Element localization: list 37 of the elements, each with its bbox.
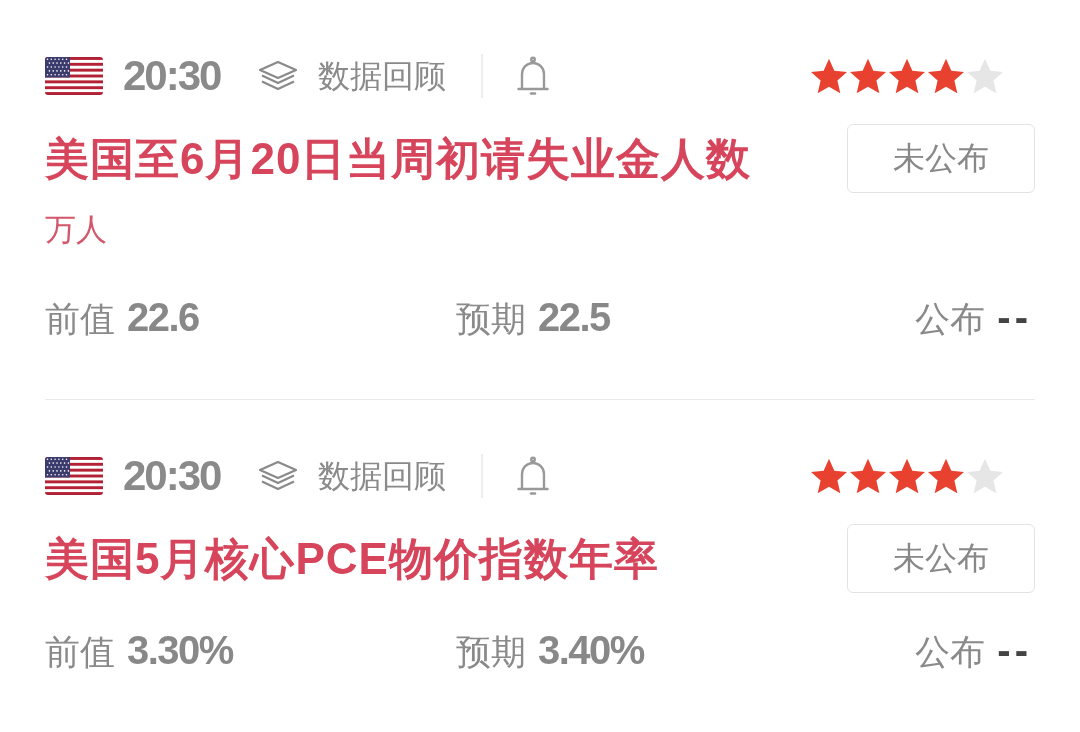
star-icon [850, 58, 886, 94]
layers-icon [258, 60, 299, 92]
star-icon [967, 458, 1003, 494]
figure-value: -- [997, 297, 1032, 337]
figure-label: 预期 [456, 299, 526, 339]
data-review-button[interactable]: 数据回顾 [258, 456, 447, 496]
star-icon [967, 58, 1003, 94]
flag-icon [45, 457, 103, 495]
figure-label: 前值 [45, 299, 115, 339]
figure-label: 预期 [456, 632, 526, 672]
figure-label: 公布 [915, 632, 986, 672]
event-title: 美国5月核心PCE物价指数年率 [45, 532, 659, 585]
figure-value: 22.6 [127, 297, 199, 337]
star-icon [850, 458, 886, 494]
event-title: 美国至6月20日当周初请失业金人数 [45, 132, 752, 185]
bell-icon[interactable] [516, 56, 551, 96]
star-icon [811, 58, 847, 94]
star-icon [889, 458, 925, 494]
unit-label: 万人 [45, 213, 107, 247]
figure-value: -- [997, 630, 1032, 670]
figure-value: 22.5 [538, 297, 610, 337]
figure-value: 3.40% [538, 630, 644, 670]
star-icon [928, 458, 964, 494]
status-button[interactable]: 未公布 [847, 124, 1035, 193]
star-icon [811, 458, 847, 494]
flag-icon [45, 57, 103, 95]
event-time: 20:30 [123, 455, 221, 497]
figure-label: 公布 [915, 299, 986, 339]
event-time: 20:30 [123, 55, 221, 97]
layers-icon [258, 460, 299, 492]
bell-icon[interactable] [516, 456, 551, 496]
data-review-button[interactable]: 数据回顾 [258, 56, 447, 96]
figure-label: 前值 [45, 632, 115, 672]
star-icon [889, 58, 925, 94]
star-icon [928, 58, 964, 94]
status-button[interactable]: 未公布 [847, 524, 1035, 593]
figure-value: 3.30% [127, 630, 233, 670]
